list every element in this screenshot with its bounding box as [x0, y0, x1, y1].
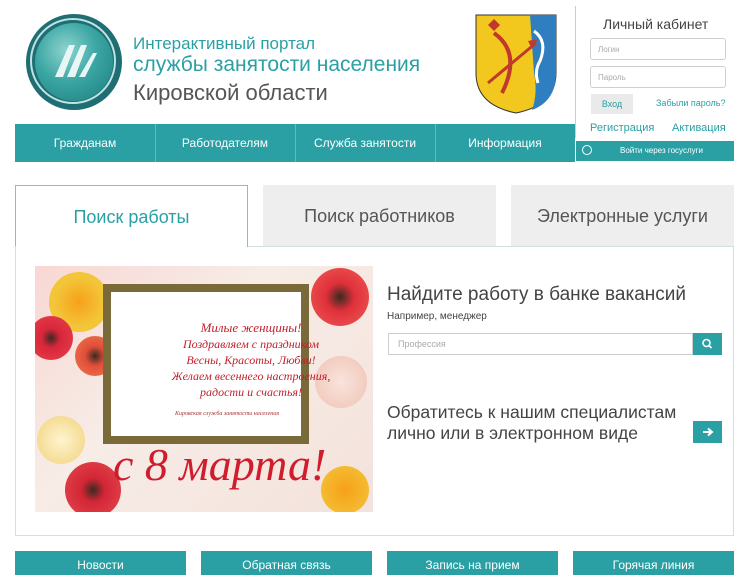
personal-cabinet-title: Личный кабинет: [603, 16, 709, 32]
tab-worker-search[interactable]: Поиск работников: [263, 185, 496, 247]
flower-red-2: [311, 268, 369, 326]
gosuslugi-icon: [582, 145, 592, 155]
banner-line1: Милые женщины!: [200, 320, 302, 335]
nav-item-citizens[interactable]: Гражданам: [15, 124, 156, 162]
find-job-heading: Найдите работу в банке вакансий: [387, 284, 687, 305]
logo-lines-icon: [55, 45, 97, 77]
banner-signature: Кировская служба занятости населения: [175, 411, 280, 417]
login-input[interactable]: Логин: [590, 38, 726, 60]
coat-of-arms-icon: [475, 14, 557, 114]
main-nav: Гражданам Работодателям Служба занятости…: [15, 124, 575, 162]
banner-line5: радости и счастья!: [200, 385, 302, 399]
tab-job-search[interactable]: Поиск работы: [15, 185, 248, 247]
news-button[interactable]: Новости: [15, 551, 186, 575]
profession-search-input[interactable]: Профессия: [388, 333, 693, 355]
search-icon: [702, 338, 713, 349]
greeting-banner[interactable]: Милые женщины! Поздравляем с праздником …: [35, 266, 373, 512]
flower-daffodil: [37, 416, 85, 464]
enter-button[interactable]: Вход: [591, 94, 633, 114]
nav-item-employers[interactable]: Работодателям: [155, 124, 296, 162]
search-example-text: Например, менеджер: [387, 311, 487, 322]
banner-line3: Весны, Красоты, Любви!: [186, 353, 316, 367]
contact-line2: лично или в электронном виде: [387, 423, 638, 443]
portal-title-line1: Интерактивный портал: [133, 34, 316, 53]
contact-arrow-button[interactable]: [693, 421, 722, 443]
forgot-password-link[interactable]: Забыли пароль?: [656, 98, 725, 108]
hotline-button[interactable]: Горячая линия: [573, 551, 734, 575]
activate-link[interactable]: Активация: [672, 122, 726, 134]
portal-logo[interactable]: [26, 14, 122, 110]
logo-emblem: [35, 23, 113, 101]
banner-line4: Желаем весеннего настроения,: [171, 369, 331, 383]
banner-march-lettering: с 8 марта!: [113, 439, 327, 490]
password-input[interactable]: Пароль: [590, 66, 726, 88]
feedback-button[interactable]: Обратная связь: [201, 551, 372, 575]
banner-line2: Поздравляем с праздником: [182, 337, 320, 351]
portal-title-line3: Кировской области: [133, 80, 328, 105]
contact-heading: Обратитесь к нашим специалистам лично ил…: [387, 402, 676, 444]
gosuslugi-label: Войти через госуслуги: [620, 146, 703, 155]
flower-yellow-2: [321, 466, 369, 512]
gosuslugi-login-button[interactable]: Войти через госуслуги: [576, 141, 734, 161]
arrow-right-icon: [703, 427, 714, 437]
appointment-button[interactable]: Запись на прием: [387, 551, 558, 575]
nav-item-information[interactable]: Информация: [435, 124, 575, 162]
nav-item-employment-service[interactable]: Служба занятости: [295, 124, 436, 162]
portal-title-line2: службы занятости населения: [133, 53, 421, 76]
contact-line1: Обратитесь к нашим специалистам: [387, 402, 677, 422]
register-link[interactable]: Регистрация: [590, 122, 654, 134]
search-button[interactable]: [693, 333, 722, 355]
tab-e-services[interactable]: Электронные услуги: [511, 185, 734, 247]
